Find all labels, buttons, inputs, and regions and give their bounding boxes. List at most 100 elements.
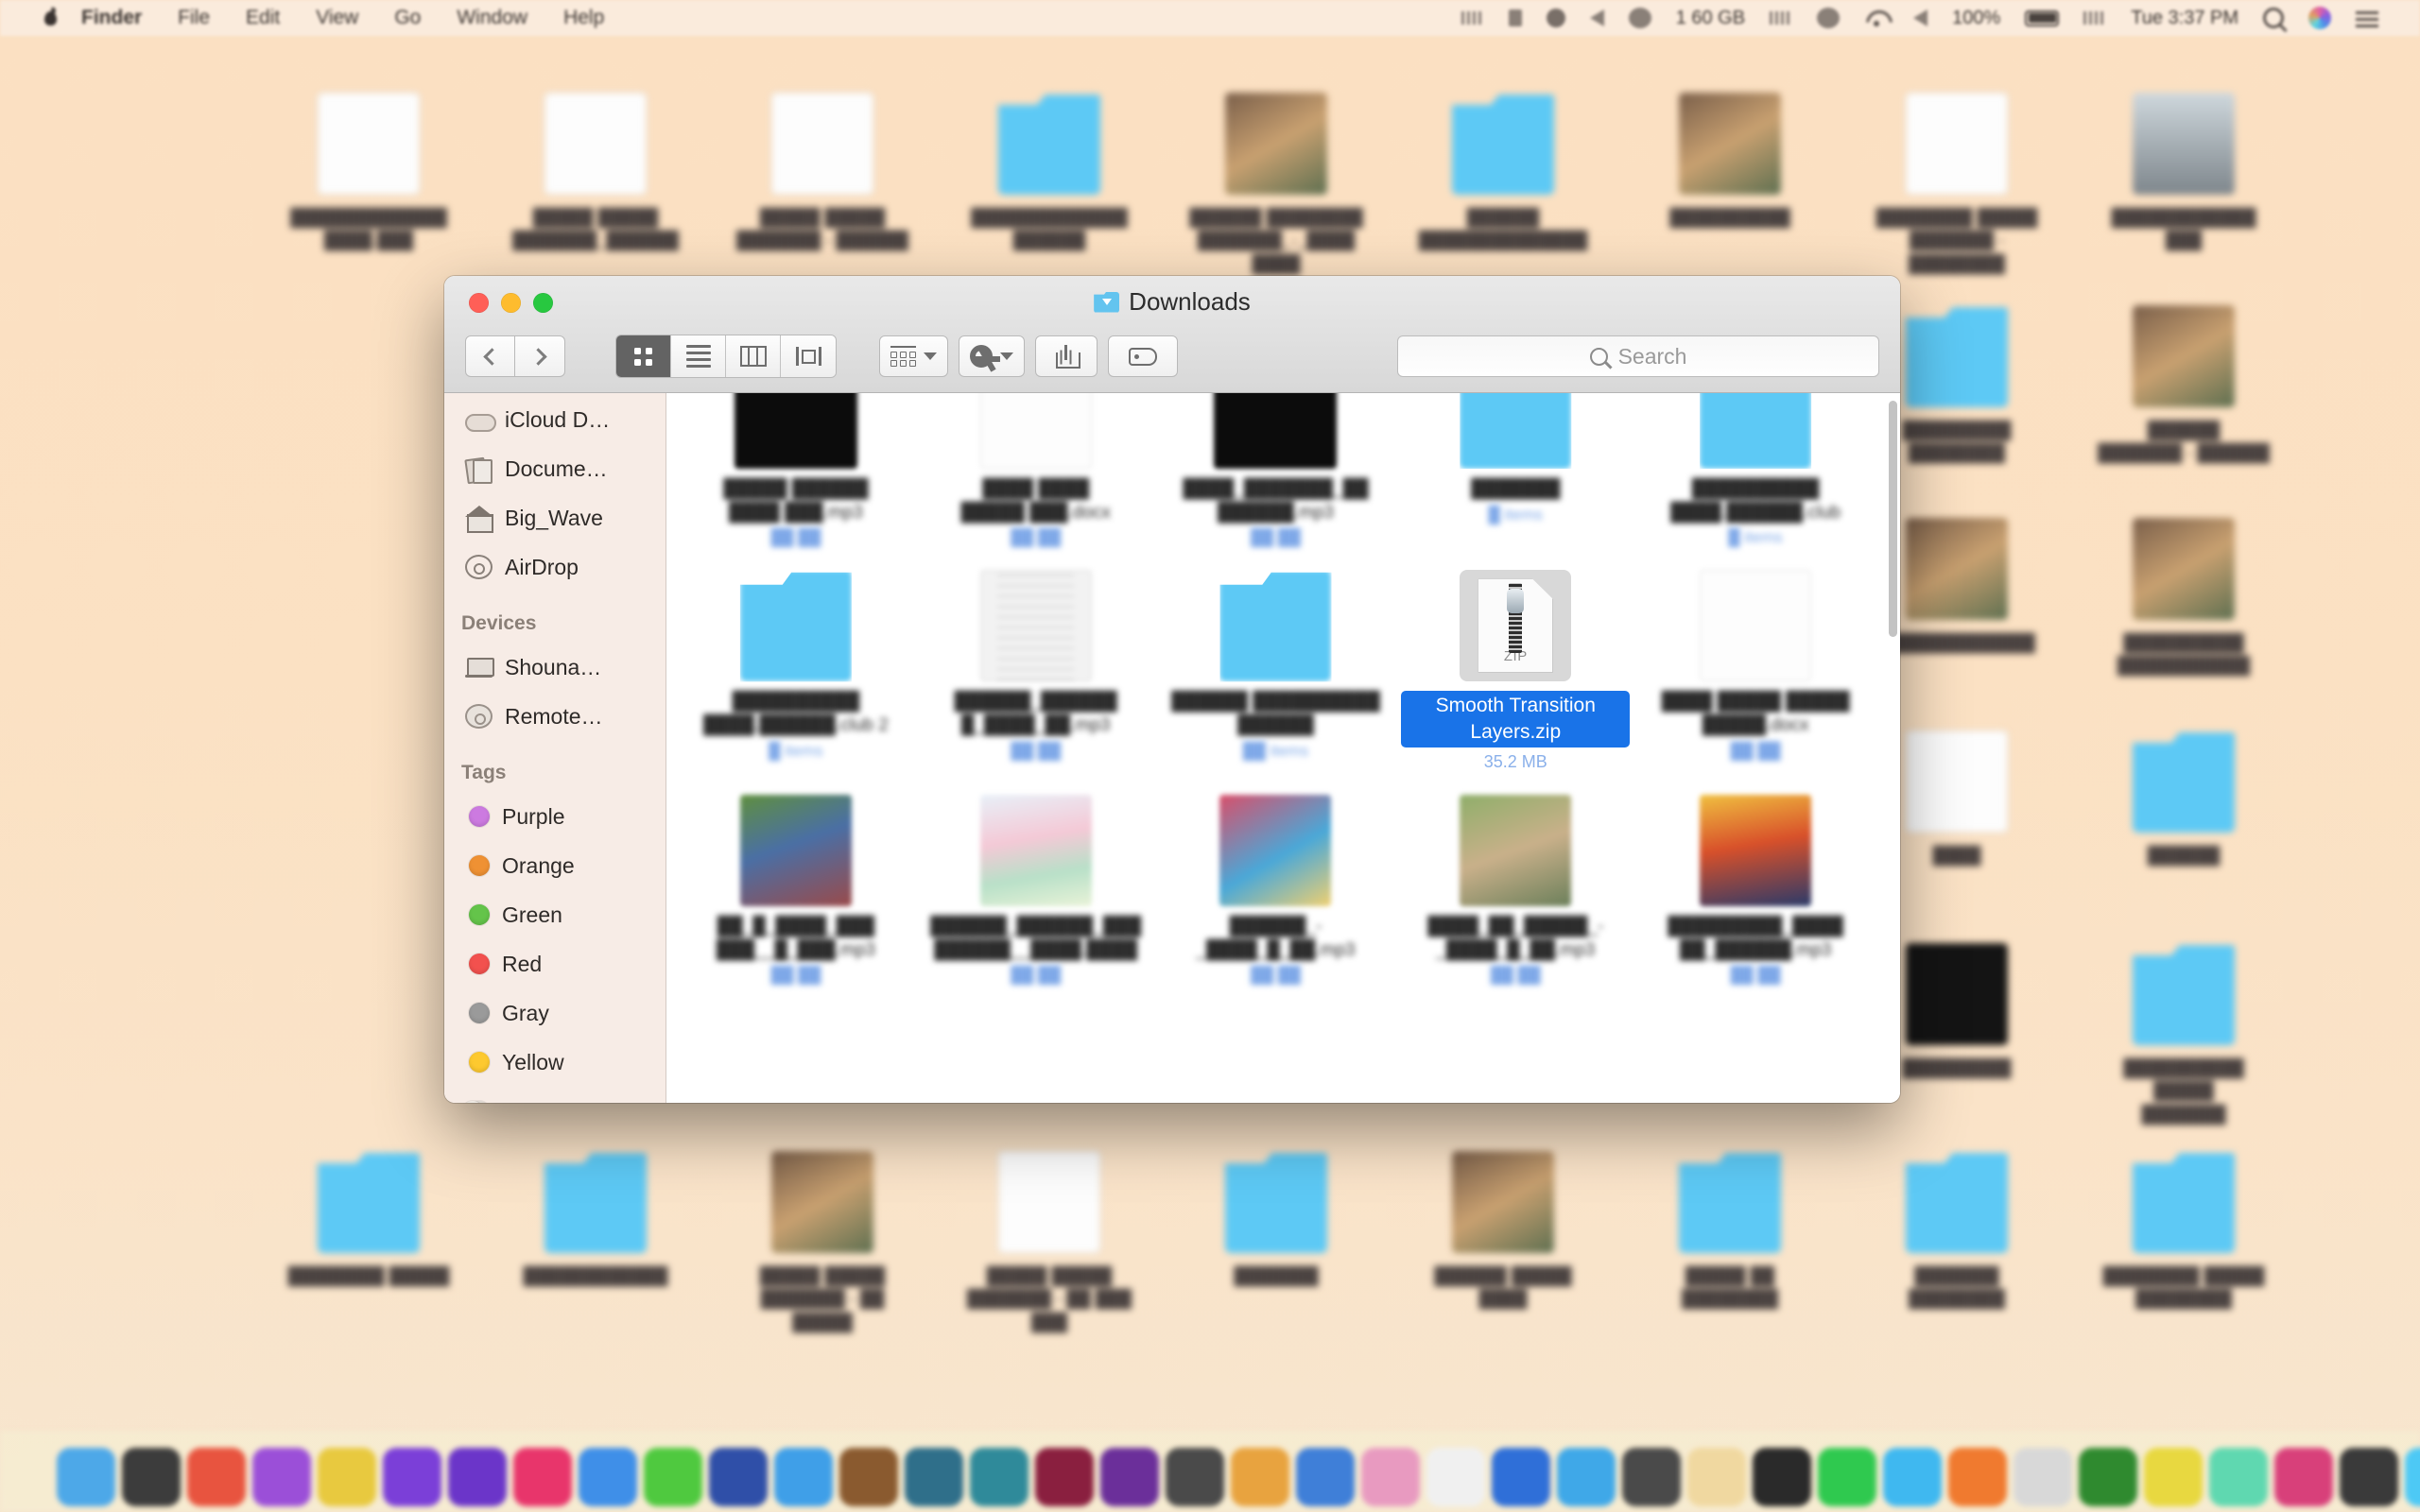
desktop-icon[interactable]: ██████ ███████ - ██████ xyxy=(2094,305,2273,465)
desktop-icon[interactable]: █████ █████ ███████ - ██ █████ xyxy=(733,1151,912,1333)
desktop-icon[interactable]: ██████ ████████ ███████_-_████ ████ xyxy=(1186,93,1366,275)
desktop-icon[interactable]: ██████████ xyxy=(1640,93,1820,229)
dock-app-icon[interactable] xyxy=(709,1448,768,1506)
sidebar-item-big-wave[interactable]: Big_Wave xyxy=(444,493,666,542)
toolbar[interactable]: Search xyxy=(444,328,1900,385)
desktop-icon[interactable]: ██████ ██████████████ xyxy=(1413,93,1593,252)
sidebar[interactable]: iCloud D… Docume… Big_Wave AirDrop Devices Sh… xyxy=(444,393,666,1103)
forward-button[interactable] xyxy=(515,335,565,377)
siri-icon[interactable] xyxy=(2308,7,2331,29)
dock-app-icon[interactable] xyxy=(2144,1448,2203,1506)
file-item[interactable]: ██████████ ████.██████.club 2 █ items xyxy=(676,564,916,771)
file-item[interactable]: ██████_██████_███ ██████__████.████ ██ ██ xyxy=(916,789,1156,985)
battery-icon[interactable] xyxy=(2025,9,2060,26)
menu-item-window[interactable]: Window xyxy=(457,7,527,29)
menu-item-view[interactable]: View xyxy=(316,7,358,29)
file-item[interactable]: ██████████ ████.██████.club █ items xyxy=(1635,393,1876,547)
file-item[interactable]: █████████_████ ██_██████.mp3 ██ ██ xyxy=(1635,789,1876,985)
file-item[interactable]: ██_█_████_███ ███__█_███.mp3 ██ ██ xyxy=(676,789,916,985)
desktop-icon[interactable]: █████ █████ ███████_██████ xyxy=(506,93,685,252)
dock-app-icon[interactable] xyxy=(57,1448,115,1506)
wifi-icon[interactable] xyxy=(1864,9,1889,27)
view-mode-segmented-control[interactable] xyxy=(615,335,837,378)
dock-app-icon[interactable] xyxy=(448,1448,507,1506)
clock-label[interactable]: Tue 3:37 PM xyxy=(2131,8,2238,29)
sidebar-tag-yellow[interactable]: Yellow xyxy=(444,1038,666,1087)
dock-app-icon[interactable] xyxy=(1753,1448,1811,1506)
sidebar-tag-gray[interactable]: Gray xyxy=(444,988,666,1038)
menu-item-help[interactable]: Help xyxy=(563,7,604,29)
file-item[interactable]: ████_██_█████_- _████_█_██.mp3 ██ ██ xyxy=(1395,789,1635,985)
desktop-icon[interactable]: █████ █████ ███████ - ██████ xyxy=(733,93,912,252)
dock-app-icon[interactable] xyxy=(1948,1448,2007,1506)
dock-app-icon[interactable] xyxy=(970,1448,1028,1506)
file-item[interactable]: █████ ██████ ████ ███.mp3 ██ ██ xyxy=(676,393,916,547)
desktop-icon[interactable]: ████████ █████ xyxy=(279,1151,458,1287)
menu-item-finder[interactable]: Finder xyxy=(81,7,142,29)
file-item[interactable]: ██████_██████ █_████_██.mp3 ██ ██ xyxy=(916,564,1156,771)
dock-app-icon[interactable] xyxy=(2209,1448,2268,1506)
dock-app-icon[interactable] xyxy=(1361,1448,1420,1506)
share-button[interactable] xyxy=(1035,335,1098,377)
status-record-icon[interactable] xyxy=(1628,8,1651,28)
file-item[interactable]: ██████ ██████████ ██████ ██ items xyxy=(1156,564,1396,771)
dock-app-icon[interactable] xyxy=(122,1448,181,1506)
action-menu-button[interactable] xyxy=(959,335,1025,377)
dock-app-icon[interactable] xyxy=(774,1448,833,1506)
sidebar-item-airdrop[interactable]: AirDrop xyxy=(444,542,666,592)
spotlight-search-icon[interactable] xyxy=(2263,8,2284,28)
volume-icon[interactable] xyxy=(1589,9,1604,26)
search-input[interactable]: Search xyxy=(1397,335,1879,377)
dock-app-icon[interactable] xyxy=(839,1448,898,1506)
dock-app-icon[interactable] xyxy=(1818,1448,1876,1506)
dock-app-icon[interactable] xyxy=(1883,1448,1942,1506)
edit-tags-button[interactable] xyxy=(1108,335,1178,377)
vertical-scrollbar[interactable] xyxy=(1889,401,1897,637)
desktop-icon[interactable]: █████ █████ ███████ - ██ ███ ███ xyxy=(959,1151,1139,1333)
menu-bar[interactable]: Finder File Edit View Go Window Help 1 6… xyxy=(0,0,2420,36)
dock-app-icon[interactable] xyxy=(383,1448,441,1506)
desktop-icon[interactable]: █████████████ ██████ xyxy=(959,93,1139,252)
desktop-icon[interactable]: ███████ xyxy=(1186,1151,1366,1287)
file-item[interactable]: ████ █████ █████ █████.docx ██ ██ xyxy=(1635,564,1876,771)
sidebar-tag-red[interactable]: Red xyxy=(444,939,666,988)
file-item[interactable]: ██████_- _████_█_██.mp3 ██ ██ xyxy=(1156,789,1396,985)
file-item[interactable]: ████_███████_██ ██████.mp3 ██ ██ xyxy=(1156,393,1396,547)
dock-app-icon[interactable] xyxy=(2014,1448,2072,1506)
dock-app-icon[interactable] xyxy=(2079,1448,2137,1506)
desktop-icon[interactable]: ██████████ ███████████ xyxy=(2094,518,2273,678)
file-item-selected[interactable]: ZIP Smooth Transition Layers.zip 35.2 MB xyxy=(1395,564,1635,771)
display-icon[interactable] xyxy=(1770,11,1793,25)
dock-app-icon[interactable] xyxy=(513,1448,572,1506)
sidebar-tag-green[interactable]: Green xyxy=(444,890,666,939)
dock-app-icon[interactable] xyxy=(1035,1448,1094,1506)
desktop-icon[interactable]: ██████ xyxy=(2094,730,2273,867)
desktop-icon[interactable]: █████████████ ████.███ xyxy=(279,93,458,252)
calendar-icon[interactable] xyxy=(2083,11,2107,25)
menu-item-file[interactable]: File xyxy=(178,7,210,29)
sidebar-item-shouna[interactable]: Shouna… xyxy=(444,643,666,692)
desktop-icon[interactable]: ████████ █████ ████████ xyxy=(2094,1151,2273,1311)
dock-app-icon[interactable] xyxy=(2340,1448,2398,1506)
file-grid-container[interactable]: █████ ██████ ████ ███.mp3 ██ ██ ████ ████ … xyxy=(666,393,1900,1103)
dock[interactable] xyxy=(0,1431,2420,1512)
finder-window[interactable]: Downloads Search iCloud D… Docume… Big_W… xyxy=(444,276,1900,1103)
desktop-icon[interactable]: █████ ██ ████████ xyxy=(1640,1151,1820,1311)
dock-app-icon[interactable] xyxy=(1622,1448,1681,1506)
dock-app-icon[interactable] xyxy=(644,1448,702,1506)
column-view-button[interactable] xyxy=(726,335,781,377)
file-grid[interactable]: █████ ██████ ████ ███.mp3 ██ ██ ████ ████ … xyxy=(666,393,1885,985)
dock-app-icon[interactable] xyxy=(2274,1448,2333,1506)
dock-app-icon[interactable] xyxy=(579,1448,637,1506)
control-center-icon[interactable] xyxy=(2356,9,2378,27)
desktop-icon[interactable]: ████████ █████ ███████ - ████████ xyxy=(1867,93,2047,275)
sidebar-item-icloud-d[interactable]: iCloud D… xyxy=(444,395,666,444)
dock-app-icon[interactable] xyxy=(1296,1448,1355,1506)
gallery-view-button[interactable] xyxy=(781,335,836,377)
sidebar-tag-all-tags[interactable]: All Tags… xyxy=(444,1087,666,1103)
icon-view-button[interactable] xyxy=(616,335,671,377)
sidebar-tag-purple[interactable]: Purple xyxy=(444,792,666,841)
sidebar-item-remote[interactable]: Remote… xyxy=(444,692,666,741)
desktop-icon[interactable]: ██████████ █████ ███████ xyxy=(2094,943,2273,1125)
menu-item-edit[interactable]: Edit xyxy=(246,7,280,29)
